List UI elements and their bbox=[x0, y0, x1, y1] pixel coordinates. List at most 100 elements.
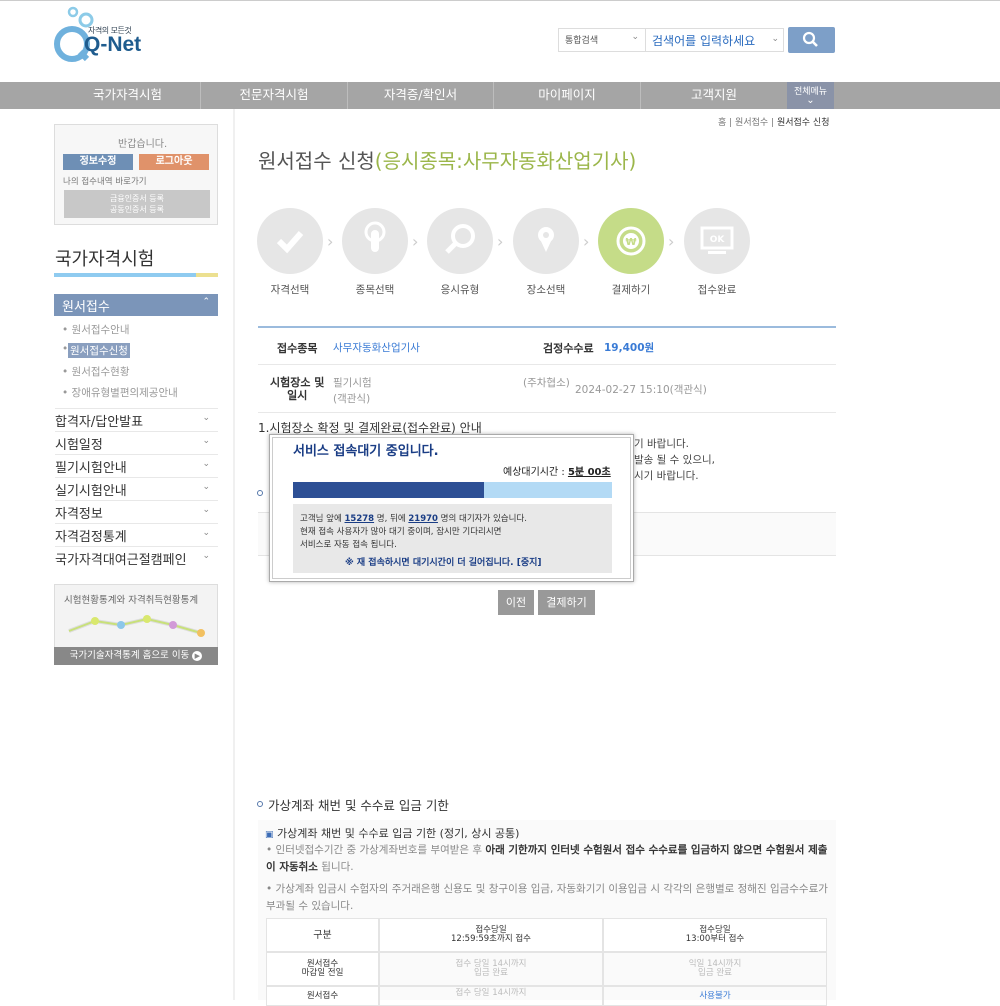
arrow-right-icon: ▶ bbox=[192, 651, 203, 661]
table-cell: 사용불가 bbox=[603, 986, 827, 1006]
breadcrumb-current: 원서접수 신청 bbox=[776, 118, 830, 128]
modal-title: 서비스 접속대기 중입니다. bbox=[293, 444, 439, 459]
ahead-count: 15278 bbox=[344, 514, 375, 524]
step-arrow-icon: › bbox=[497, 232, 504, 251]
stats-banner-title: 시험현황통계와 자격취득현황통계 bbox=[64, 595, 199, 606]
place-label: 시험장소 및 일시 bbox=[270, 376, 325, 402]
my-application-link[interactable]: 나의 접수내역 바로가기 bbox=[63, 175, 147, 187]
sidebar-menu-schedule[interactable]: 시험일정 ⌄ bbox=[55, 431, 218, 454]
reconnect-warning-stop-link[interactable]: ※ 재 접속하시면 대기시간이 더 길어집니다. [중지] bbox=[345, 555, 542, 568]
certificate-register-button[interactable]: 금융인증서 등록 공동인증서 등록 bbox=[64, 190, 210, 218]
chevron-up-icon: ⌃ bbox=[202, 297, 210, 307]
edit-info-button[interactable]: 정보수정 bbox=[63, 154, 133, 170]
logout-button[interactable]: 로그아웃 bbox=[139, 154, 209, 170]
place-host: (주차협소) bbox=[523, 377, 570, 389]
place-datetime: 2024-02-27 15:10(객관식) bbox=[575, 384, 707, 396]
pay-button[interactable]: 결제하기 bbox=[538, 590, 595, 615]
svg-text:OK: OK bbox=[710, 235, 726, 245]
bullet-icon bbox=[257, 801, 263, 807]
page-title-prefix: 원서접수 신청 bbox=[258, 149, 375, 173]
nav-item-support[interactable]: 고객지원 bbox=[641, 82, 787, 109]
step-label: 종목선택 bbox=[355, 284, 395, 296]
exam-label: 접수종목 bbox=[277, 342, 318, 355]
table-row-label: 원서접수 마감일 전일 bbox=[266, 952, 379, 986]
greeting-text: 반갑습니다. bbox=[118, 139, 168, 150]
sidebar-menu-qualification-info[interactable]: 자격정보 ⌄ bbox=[55, 500, 218, 523]
search-icon bbox=[445, 224, 475, 254]
step-label: 응시유형 bbox=[440, 284, 480, 296]
search-placeholder: 검색어를 입력하세요 bbox=[652, 34, 756, 48]
table-row-label: 원서접수 bbox=[266, 986, 379, 1006]
monitor-ok-icon: OK bbox=[700, 226, 734, 254]
queue-line: 고객님 앞에 15278 명, 뒤에 21970 명의 대기자가 있습니다. bbox=[300, 514, 527, 524]
step-label: 자격선택 bbox=[270, 284, 310, 296]
bullet-icon bbox=[257, 490, 263, 496]
step-label: 접수완료 bbox=[697, 284, 737, 296]
cert-line-2: 공동인증서 등록 bbox=[109, 205, 165, 214]
touch-icon bbox=[364, 221, 386, 252]
wait-progress-fill bbox=[293, 482, 484, 498]
page-title-highlight: (응시종목:사무자동화산업기사) bbox=[374, 149, 637, 173]
chevron-down-icon: ⌄ bbox=[202, 459, 210, 469]
behind-count: 21970 bbox=[408, 514, 438, 524]
nav-item-national-exam[interactable]: 국가자격시험 bbox=[55, 82, 201, 109]
sidebar-menu-label: 원서접수 bbox=[62, 300, 110, 315]
table-header-before-1pm: 접수당일 12:59:59초까지 접수 bbox=[379, 918, 603, 952]
search-input[interactable]: 검색어를 입력하세요 ⌄ bbox=[646, 28, 784, 52]
step-1-qualification bbox=[257, 208, 323, 274]
page-title: 원서접수 신청(응시종목:사무자동화산업기사) bbox=[258, 145, 636, 174]
virtual-account-subtitle: ▣ 가상계좌 채번 및 수수료 입금 기한 (정기, 상시 공통) bbox=[265, 827, 520, 840]
chevron-down-icon: ⌄ bbox=[202, 528, 210, 538]
svg-text:₩: ₩ bbox=[625, 237, 636, 248]
title-underline-accent bbox=[196, 273, 218, 277]
step-label: 결제하기 bbox=[611, 284, 651, 296]
all-menu-button[interactable]: 전체메뉴 ⌄ bbox=[787, 82, 834, 109]
queue-line-3: 서비스로 자동 접속 됩니다. bbox=[300, 540, 397, 550]
queue-line-2: 현재 접속 사용자가 많아 대기 중이며, 잠시만 기다리시면 bbox=[300, 527, 502, 537]
estimated-wait: 예상대기시간 : 5분 00초 bbox=[503, 467, 611, 478]
step-3-type bbox=[427, 208, 493, 274]
checkbox-bullet-icon: ▣ bbox=[265, 830, 274, 840]
fee-label: 검정수수료 bbox=[543, 342, 594, 355]
table-cell: 접수 당일 14시까지 입금 완료 bbox=[379, 952, 603, 986]
chevron-down-icon: ⌄ bbox=[202, 436, 210, 446]
sidebar-sub-item[interactable]: • 장애유형별편의제공안내 bbox=[62, 385, 178, 400]
sidebar-menu-results[interactable]: 합격자/답안발표 ⌄ bbox=[55, 408, 218, 431]
search-button[interactable] bbox=[788, 27, 835, 53]
guide-text: 기 바랍니다. bbox=[634, 438, 689, 450]
location-pin-icon bbox=[538, 227, 554, 252]
table-cell: 익일 14시까지 입금 완료 bbox=[603, 952, 827, 986]
step-label: 장소선택 bbox=[526, 284, 566, 296]
nav-item-professional-exam[interactable]: 전문자격시험 bbox=[201, 82, 348, 109]
won-coin-icon: ₩ bbox=[616, 226, 646, 256]
sidebar-menu-written[interactable]: 필기시험안내 ⌄ bbox=[55, 454, 218, 477]
chevron-down-icon: ⌄ bbox=[806, 95, 815, 106]
sidebar-sub-item[interactable]: • 원서접수현황 bbox=[62, 364, 130, 379]
sidebar-menu-statistics[interactable]: 자격검정통계 ⌄ bbox=[55, 523, 218, 546]
step-4-place bbox=[513, 208, 579, 274]
table-header-category: 구분 bbox=[266, 918, 379, 952]
step-arrow-icon: › bbox=[412, 232, 419, 251]
step-arrow-icon: › bbox=[327, 232, 334, 251]
breadcrumb: 홈 | 원서접수 | 원서접수 신청 bbox=[718, 118, 830, 128]
sidebar-sub-item-selected[interactable]: 원서접수신청 bbox=[68, 343, 130, 358]
content-divider bbox=[233, 109, 235, 1000]
search-scope-select[interactable]: 통합검색 ⌄ bbox=[558, 28, 646, 52]
nav-item-certificate[interactable]: 자격증/확인서 bbox=[348, 82, 494, 109]
sidebar-menu-application[interactable]: 원서접수 ⌃ bbox=[54, 294, 218, 316]
notice-bullet-2: • 가상계좌 입금시 수험자의 주거래은행 신용도 및 창구이용 입금, 자동화… bbox=[266, 883, 828, 912]
chevron-down-icon: ⌄ bbox=[771, 34, 779, 44]
step-6-complete: OK bbox=[684, 208, 750, 274]
chevron-down-icon: ⌄ bbox=[202, 505, 210, 515]
nav-item-mypage[interactable]: 마이페이지 bbox=[494, 82, 641, 109]
stats-home-button[interactable]: 국가기술자격통계 홈으로 이동 ▶ bbox=[54, 647, 218, 665]
sidebar-menu-practical[interactable]: 실기시험안내 ⌄ bbox=[55, 477, 218, 500]
prev-button[interactable]: 이전 bbox=[498, 590, 534, 615]
guide-text: 발송 될 수 있으니, bbox=[634, 454, 715, 466]
sidebar-title: 국가자격시험 bbox=[55, 249, 155, 270]
breadcrumb-level1[interactable]: 원서접수 bbox=[735, 118, 768, 128]
breadcrumb-home[interactable]: 홈 bbox=[718, 118, 726, 128]
sidebar-sub-item[interactable]: • 원서접수안내 bbox=[62, 322, 130, 337]
sidebar-menu-campaign[interactable]: 국가자격대여근절캠페인 ⌄ bbox=[55, 546, 218, 569]
place-type: 필기시험 (객관식) bbox=[333, 377, 372, 405]
